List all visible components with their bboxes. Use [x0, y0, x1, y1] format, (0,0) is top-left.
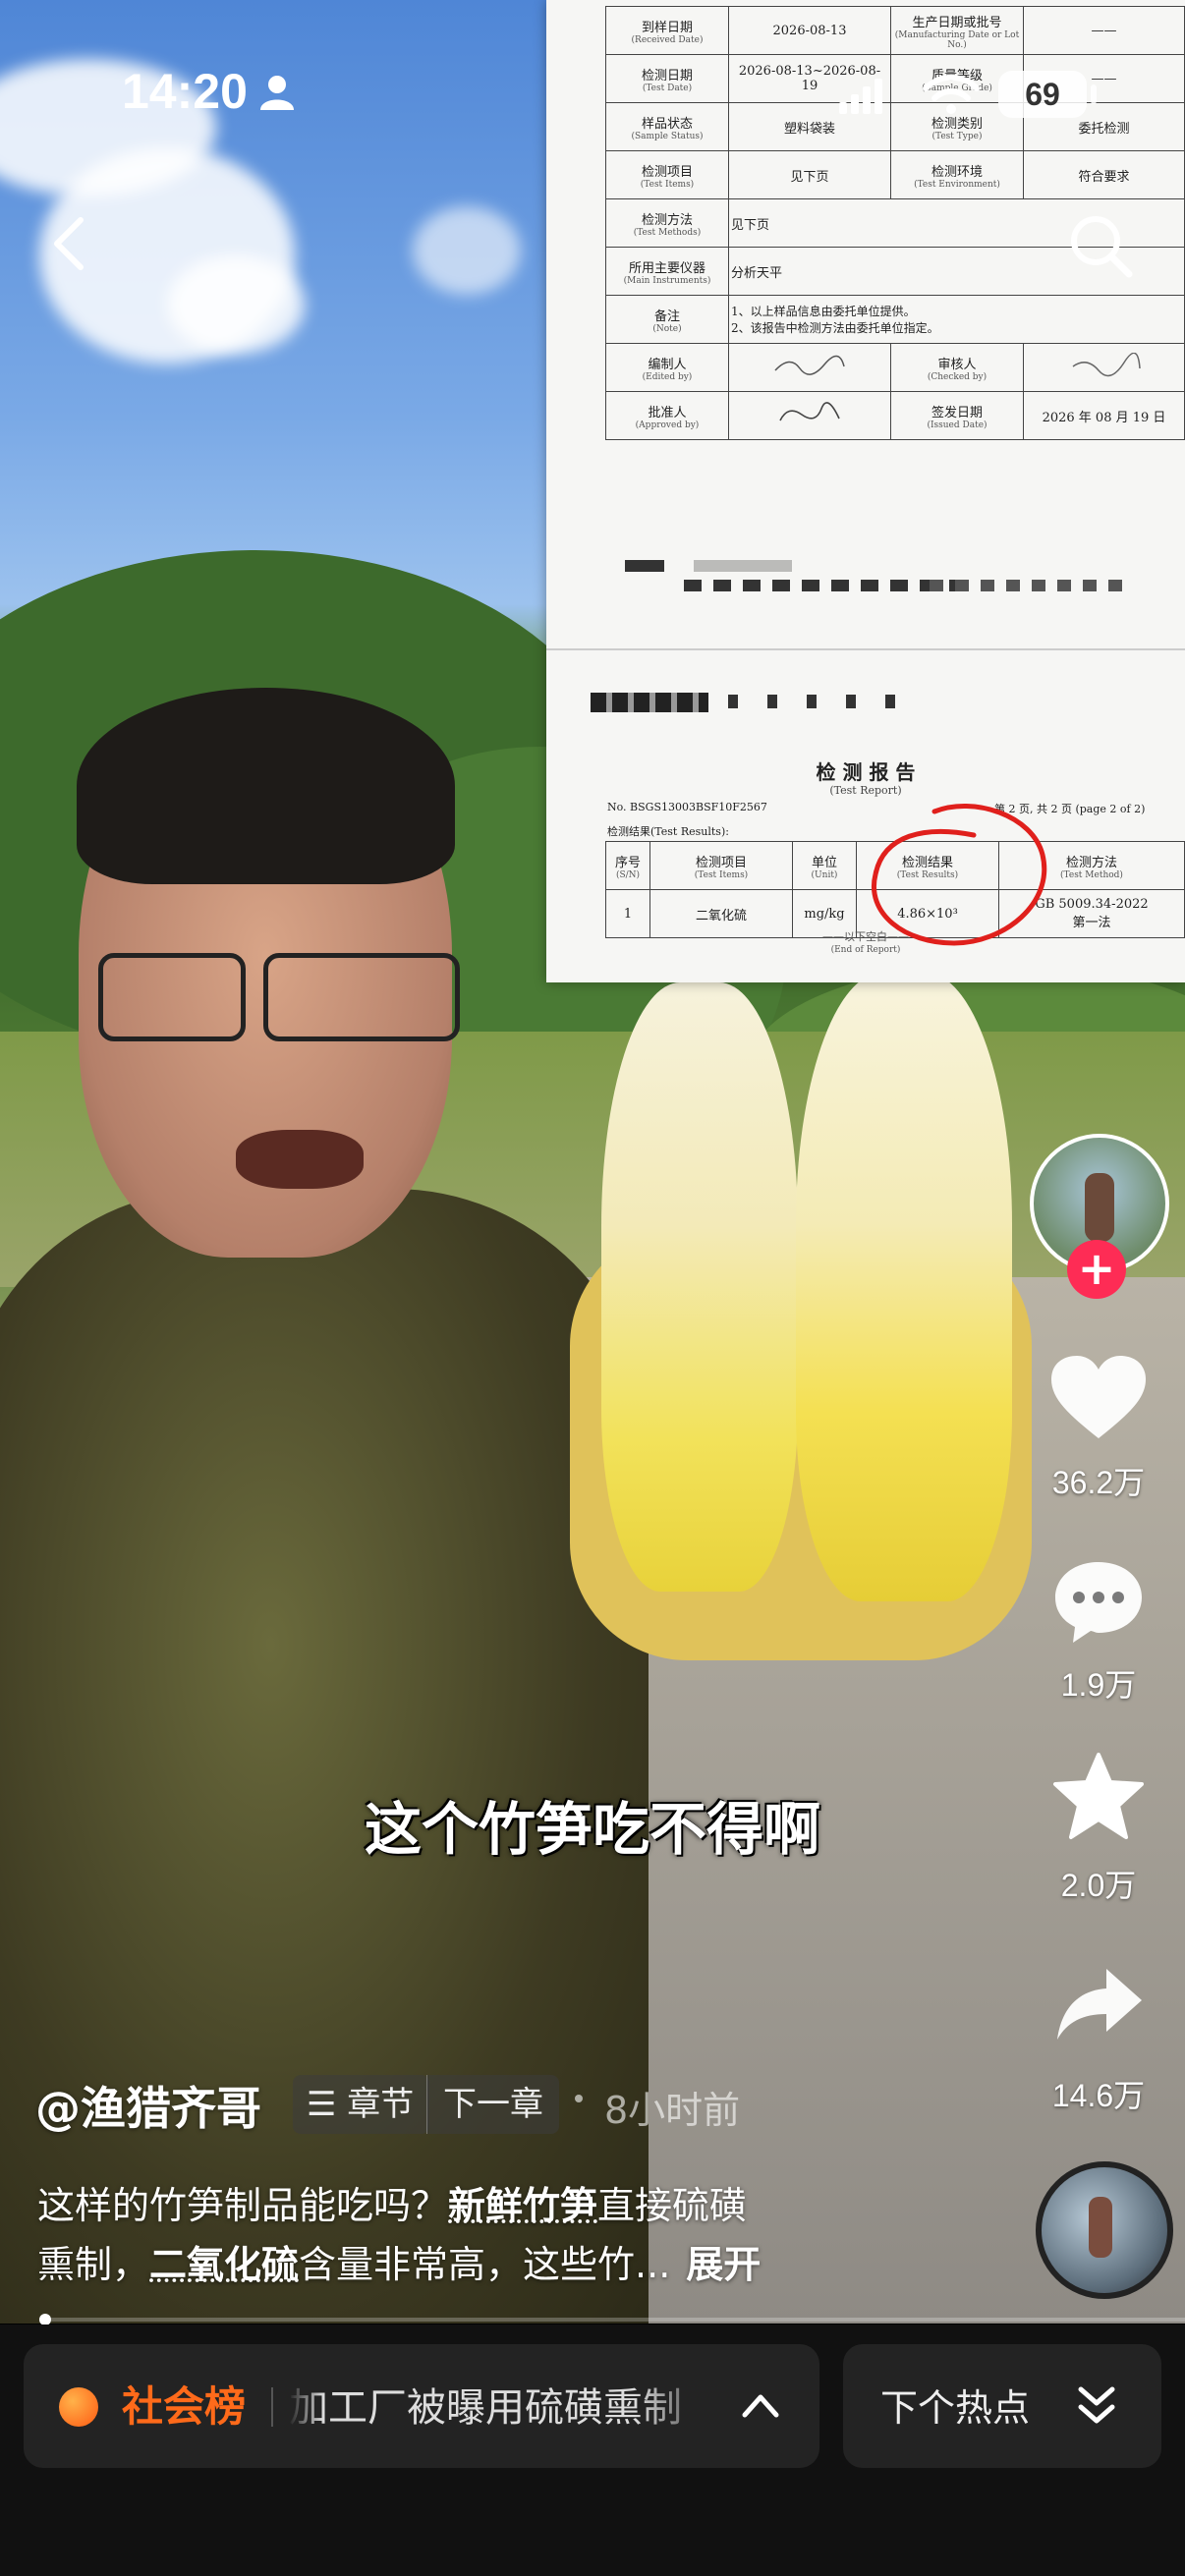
redaction [591, 693, 708, 712]
report-note: 1、以上样品信息由委托单位提供。 [731, 305, 916, 318]
post-time: 8小时前 [604, 2089, 741, 2132]
cloud [413, 206, 521, 295]
comment-count: 1.9万 [1060, 1667, 1137, 1703]
report-title: 检 测 报 告 [816, 760, 916, 784]
next-hot-label: 下个热点 [880, 2386, 1031, 2430]
mouth [236, 1130, 364, 1189]
desc-text: 这样的竹笋制品能吃吗？ [37, 2184, 449, 2227]
status-time: 14:20 [122, 64, 248, 119]
col-header-en: (Unit) [811, 869, 838, 880]
music-disc[interactable] [1036, 2161, 1173, 2299]
bamboo-shoot [796, 973, 1012, 1601]
hashtag-link[interactable]: 新鲜竹笋 [448, 2184, 597, 2227]
double-chevron-down-icon [1078, 2386, 1115, 2424]
report-label: 编制人 [648, 357, 687, 372]
report-label: 所用主要仪器 [628, 260, 705, 276]
back-chevron-icon[interactable] [47, 214, 90, 273]
status-bar: 14:20 69 [0, 0, 1185, 187]
hashtag-link[interactable]: 二氧化硫 [149, 2243, 299, 2286]
report-label: 检测方法 [641, 212, 693, 228]
signature [728, 343, 891, 392]
signal-icon [839, 79, 882, 114]
signature [1023, 343, 1185, 392]
col-header-en: (S/N) [615, 869, 641, 880]
share-arrow-icon[interactable] [1053, 1965, 1146, 2044]
avatar-figure [1085, 1173, 1114, 1242]
hot-topic-text: 加工厂被曝用硫磺熏制 [289, 2385, 682, 2431]
col-header: 检测方法 [1065, 855, 1117, 870]
like-count: 36.2万 [1051, 1465, 1146, 1500]
hot-list-bar[interactable]: 社会榜 加工厂被曝用硫磺熏制 [24, 2344, 819, 2468]
person-icon [260, 76, 294, 110]
next-hot-button[interactable]: 下个热点 [843, 2344, 1161, 2468]
redaction [625, 560, 664, 572]
battery-tip [1091, 84, 1097, 104]
bamboo-shoot [601, 982, 798, 1592]
report-label-en: (Issued Date) [927, 420, 988, 430]
signature [728, 391, 891, 440]
report-label: 备注 [653, 308, 680, 324]
video-subtitle: 这个竹笋吃不得啊 [364, 1796, 820, 1863]
desc-text: 直接硫磺 [597, 2184, 748, 2227]
report-label-en: (Approved by) [635, 420, 700, 430]
glasses-left [98, 953, 246, 1041]
report-number: No. BSGS13003BSF10F2567 [607, 801, 767, 813]
report-note: 2、该报告中检测方法由委托单位指定。 [731, 321, 939, 335]
report-label-en: (Test Methods) [633, 227, 702, 238]
divider [271, 2387, 273, 2427]
wifi-icon [923, 74, 980, 114]
report-label-en: (Edited by) [642, 371, 693, 382]
col-header-en: (Test Items) [694, 869, 749, 880]
report-label: 审核人 [937, 357, 977, 372]
desc-text: 熏制， [37, 2243, 150, 2286]
col-header: 检测项目 [695, 855, 747, 870]
report-label: 签发日期 [931, 405, 983, 420]
chevron-up-icon[interactable] [739, 2387, 782, 2423]
next-chapter-button[interactable]: 下一章 [426, 2075, 559, 2134]
follow-plus-button[interactable]: + [1067, 1240, 1126, 1299]
report-label: 批准人 [648, 405, 687, 420]
issue-date: 2026 年 08 月 19 日 [1023, 391, 1185, 440]
video-progress[interactable] [39, 2314, 1185, 2325]
chapter-button[interactable]: ☰ 章节 [293, 2075, 430, 2134]
redaction [684, 580, 959, 591]
cloud [167, 255, 305, 354]
redaction [728, 695, 905, 708]
separator-dot [575, 2095, 583, 2102]
author-name[interactable]: @渔猎齐哥 [35, 2073, 261, 2138]
disc-figure [1089, 2197, 1112, 2258]
battery-indicator: 69 [998, 71, 1087, 118]
comment-icon[interactable] [1051, 1558, 1146, 1647]
video-description[interactable]: 这样的竹笋制品能吃吗？新鲜竹笋直接硫磺 熏制，二氧化硫含量非常高，这些竹... 展… [37, 2176, 902, 2294]
hot-tag: 社会榜 [122, 2382, 247, 2431]
page-break [546, 648, 1185, 650]
hair [77, 688, 455, 884]
report-label-en: (Checked by) [927, 371, 988, 382]
chapter-label: 章节 [347, 2085, 415, 2124]
report-label-en: (Main Instruments) [623, 275, 711, 286]
favorite-count: 2.0万 [1060, 1868, 1137, 1903]
col-header: 序号 [614, 855, 641, 870]
desc-text: 含量非常高，这些竹... [299, 2243, 671, 2286]
glasses-right [263, 953, 460, 1041]
redaction [930, 580, 1126, 591]
redaction [694, 560, 792, 572]
share-count: 14.6万 [1051, 2078, 1146, 2113]
red-circle-annotation [872, 803, 1047, 946]
hot-flame-icon [59, 2387, 98, 2427]
like-heart-icon[interactable] [1049, 1354, 1148, 1442]
camo-shirt [0, 1189, 649, 2324]
expand-link[interactable]: 展开 [686, 2243, 761, 2286]
col-header: 单位 [811, 855, 837, 870]
report-label-en: (Note) [652, 323, 682, 334]
results-label: 检测结果(Test Results): [607, 825, 729, 838]
list-icon: ☰ [307, 2085, 337, 2124]
search-icon[interactable] [1066, 211, 1135, 280]
